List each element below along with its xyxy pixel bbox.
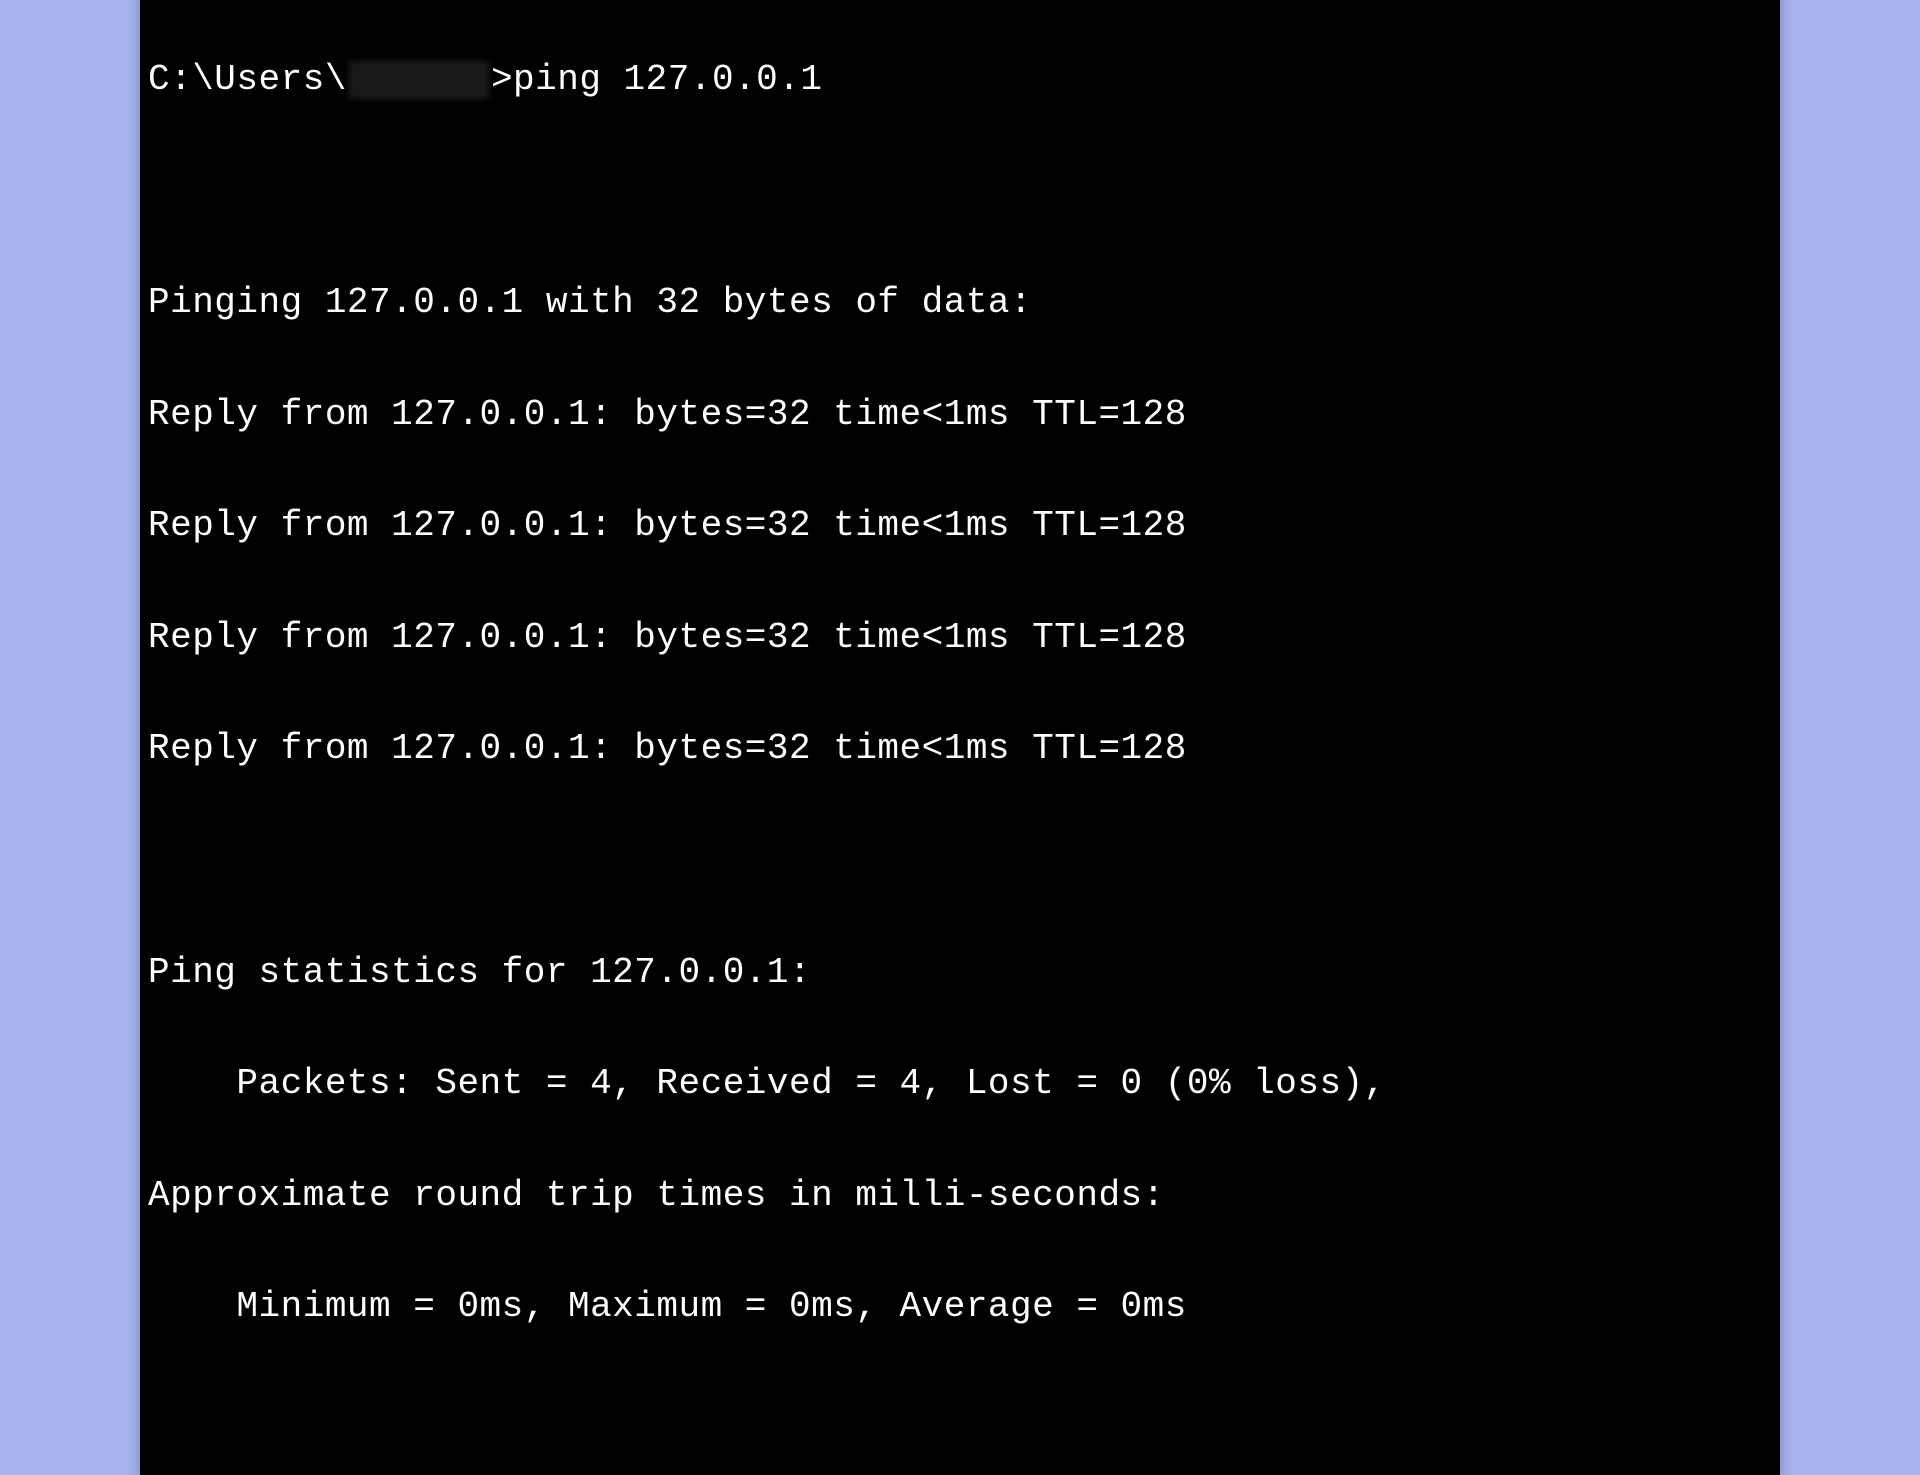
stats-packets: Packets: Sent = 4, Received = 4, Lost = … — [148, 1056, 1772, 1112]
blank-line — [148, 163, 1772, 219]
redacted-username — [349, 61, 489, 99]
prompt-prefix: C:\Users\ — [148, 52, 347, 108]
ping-reply-2: Reply from 127.0.0.1: bytes=32 time<1ms … — [148, 498, 1772, 554]
terminal-output[interactable]: Microsoft Windows [Version 10.0.19045.45… — [140, 0, 1780, 1475]
rtt-header: Approximate round trip times in milli-se… — [148, 1168, 1772, 1224]
command-prompt-window: C:\. Command Prompt Microsoft Windows [V… — [140, 0, 1780, 1475]
ping-reply-4: Reply from 127.0.0.1: bytes=32 time<1ms … — [148, 721, 1772, 777]
prompt-line: C:\Users\ >ping 127.0.0.1 — [148, 52, 1772, 108]
blank-line — [148, 833, 1772, 889]
prompt-command: >ping 127.0.0.1 — [491, 52, 823, 108]
screenshot-frame: C:\. Command Prompt Microsoft Windows [V… — [80, 45, 1840, 1035]
stats-header: Ping statistics for 127.0.0.1: — [148, 945, 1772, 1001]
ping-reply-3: Reply from 127.0.0.1: bytes=32 time<1ms … — [148, 610, 1772, 666]
ping-reply-1: Reply from 127.0.0.1: bytes=32 time<1ms … — [148, 387, 1772, 443]
rtt-values: Minimum = 0ms, Maximum = 0ms, Average = … — [148, 1279, 1772, 1335]
ping-header: Pinging 127.0.0.1 with 32 bytes of data: — [148, 275, 1772, 331]
